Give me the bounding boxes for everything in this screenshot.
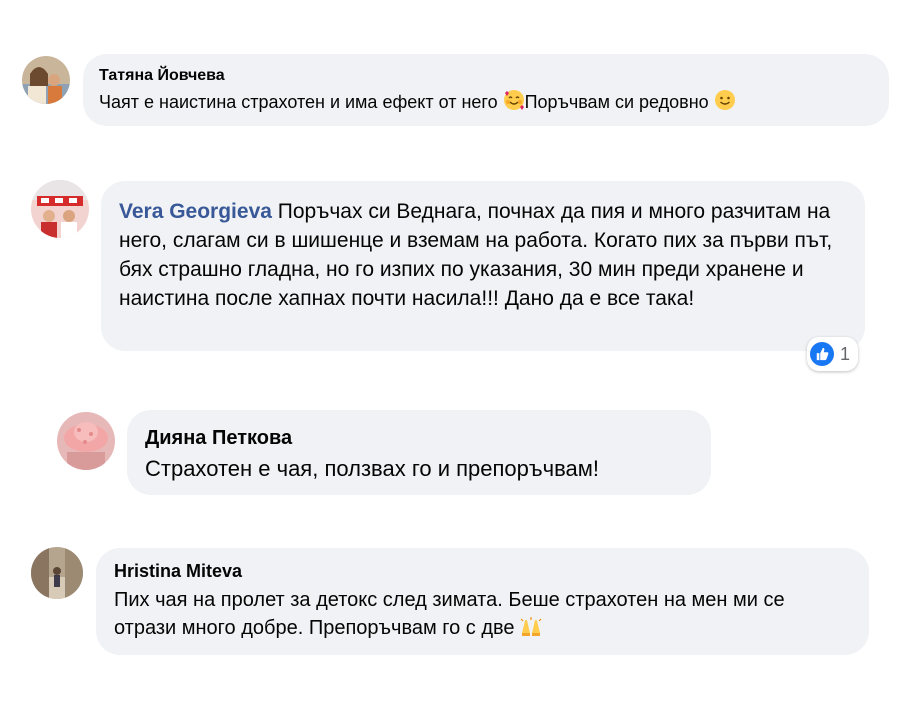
reaction-summary[interactable]: 1 (807, 337, 859, 371)
comment-bubble: Hristina Miteva Пих чая на пролет за дет… (96, 548, 869, 655)
comment-text-block: Vera Georgieva Поръчах си Веднага, почна… (119, 197, 847, 313)
avatar[interactable] (31, 547, 83, 599)
avatar[interactable] (31, 180, 89, 238)
comment-bubble: Дияна Петкова Страхотен е чая, ползвах г… (127, 410, 711, 495)
comment-text-block: Пих чая на пролет за детокс след зимата.… (114, 586, 851, 645)
comment-text: Страхотен е чая, ползвах го и препоръчва… (145, 456, 600, 481)
raising-hands-icon (520, 617, 542, 645)
smiling-face-with-hearts-icon (503, 89, 525, 119)
comment-text: Пих чая на пролет за детокс след зимата.… (114, 589, 785, 639)
comment-author[interactable]: Дияна Петкова (145, 425, 693, 451)
comment-text-part: Чаят е наистина страхотен и има ефект от… (99, 92, 498, 112)
comment-bubble: Татяна Йовчева Чаят е наистина страхотен… (83, 54, 889, 126)
comment-text-part: Поръчвам си редовно (524, 92, 709, 112)
avatar[interactable] (22, 56, 70, 104)
comment-author[interactable]: Татяна Йовчева (99, 66, 871, 86)
avatar[interactable] (57, 412, 115, 470)
comment-bubble: Vera Georgieva Поръчах си Веднага, почна… (101, 181, 865, 351)
reaction-count: 1 (840, 343, 851, 364)
smiling-face-icon (714, 89, 736, 119)
comment-author[interactable]: Hristina Miteva (114, 560, 851, 582)
like-icon (810, 342, 834, 366)
comment-text: Чаят е наистина страхотен и има ефект от… (99, 88, 871, 119)
comment-author[interactable]: Vera Georgieva (119, 200, 272, 223)
